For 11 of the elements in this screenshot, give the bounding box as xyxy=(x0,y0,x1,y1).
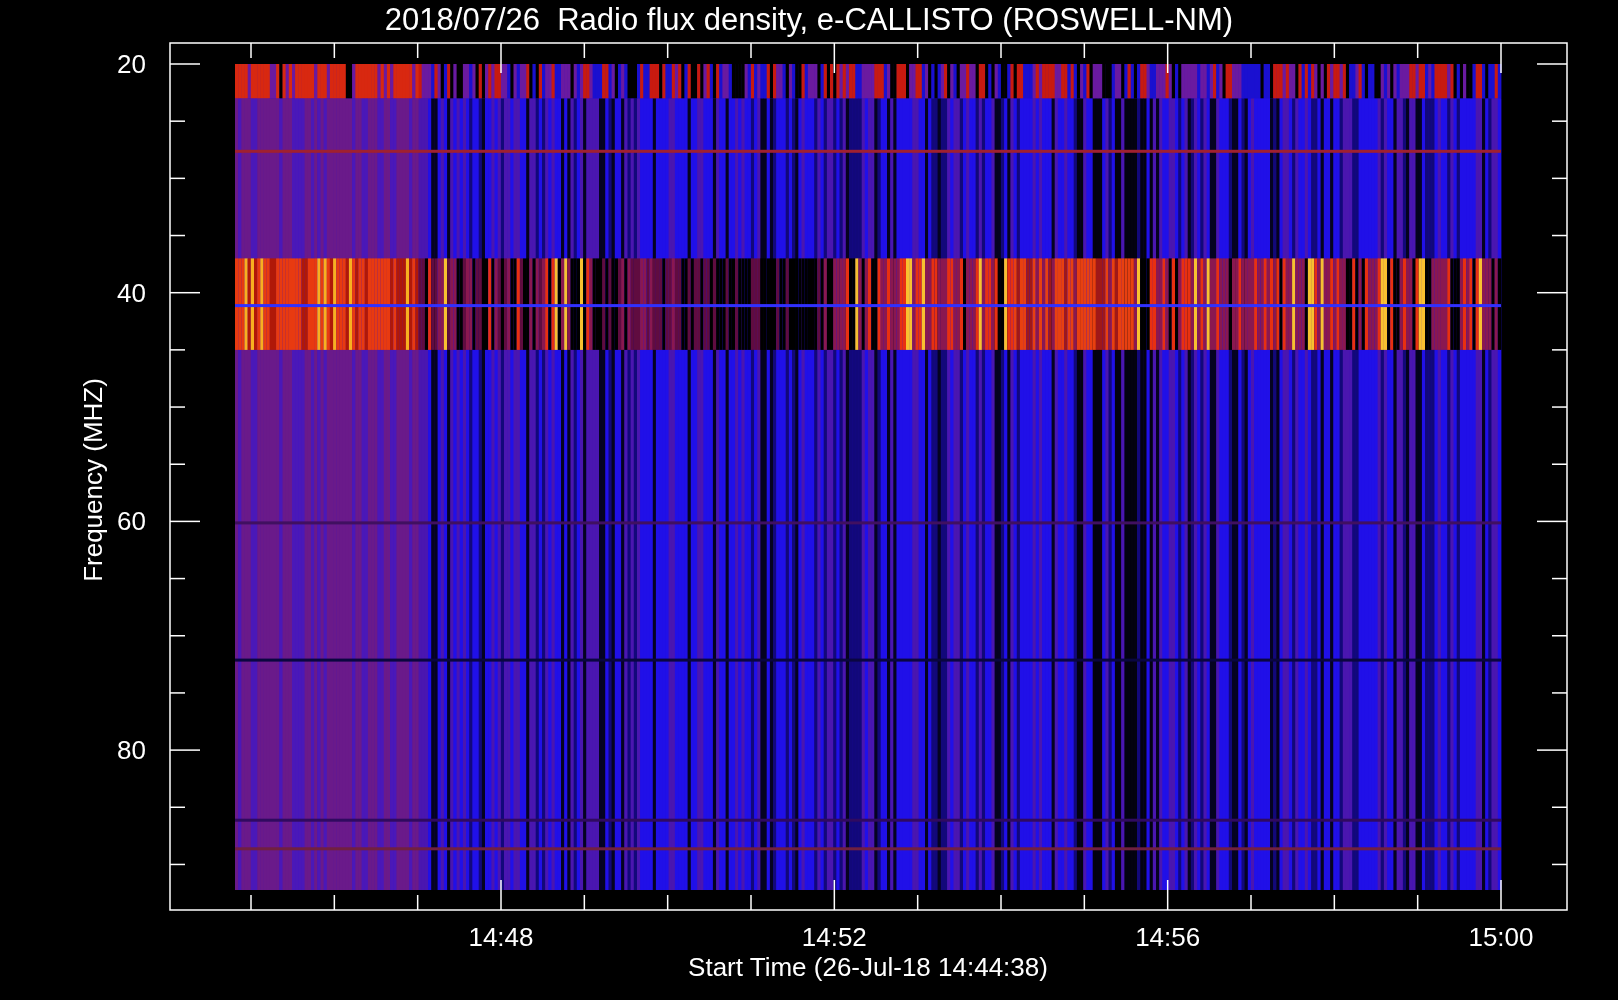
tick-label: 14:48 xyxy=(468,922,534,952)
tick-label: 15:00 xyxy=(1468,922,1534,952)
tick-label: 80 xyxy=(117,735,146,766)
tick-label: 14:56 xyxy=(1135,922,1201,952)
tick-label: 14:52 xyxy=(801,922,867,952)
tick-label: 20 xyxy=(117,49,146,79)
axis-title: Start Time (26-Jul-18 14:44:38) xyxy=(688,952,1048,982)
chart-title: 2018/07/26 Radio flux density, e-CALLISTO (ROSWELL-NM) xyxy=(384,2,1234,37)
axis-title: Frequency (MHZ) xyxy=(78,378,108,582)
tick-label: 60 xyxy=(117,506,146,537)
tick-label: 40 xyxy=(117,277,146,308)
